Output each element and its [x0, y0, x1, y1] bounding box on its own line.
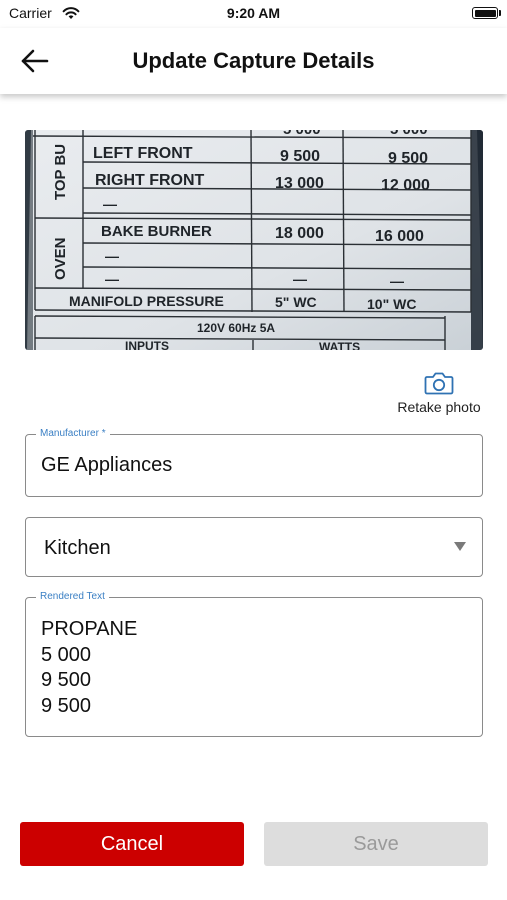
plate-row-label: RIGHT FRONT [95, 172, 205, 189]
room-select[interactable]: Kitchen [25, 517, 483, 577]
plate-row-value: — [390, 273, 404, 289]
status-time: 9:20 AM [226, 5, 281, 21]
plate-row-value: 16 000 [375, 228, 424, 245]
room-value: Kitchen [44, 537, 111, 559]
retake-photo-button[interactable]: Retake photo [392, 370, 486, 416]
rendered-text-line: 9 500 [41, 669, 92, 691]
plate-row-label: LEFT FRONT [93, 145, 193, 162]
rendered-text-label: Rendered Text [36, 590, 109, 604]
plate-col-watts: WATTS [319, 340, 360, 350]
cancel-button[interactable]: Cancel [20, 822, 244, 866]
plate-group-oven: OVEN [52, 237, 69, 280]
captured-photo: TOP BU OVEN 5 000 5 000 LEFT FRONT 9 500… [25, 130, 483, 350]
plate-manifold-value: 10" WC [367, 296, 416, 312]
plate-manifold-label: MANIFOLD PRESSURE [69, 293, 224, 309]
plate-row-label: — [103, 196, 117, 212]
plate-row-value: 9 500 [280, 148, 320, 165]
rendered-text-line: PROPANE [41, 618, 138, 640]
save-button[interactable]: Save [264, 822, 488, 866]
plate-group-top: TOP BU [52, 144, 69, 200]
plate-row-value: 9 500 [388, 150, 428, 167]
plate-row-label: — [105, 248, 119, 264]
plate-row-label: BAKE BURNER [101, 223, 212, 240]
plate-row-value: 12 000 [381, 177, 430, 194]
nav-bar: Update Capture Details [0, 28, 507, 94]
rendered-text-line: 5 000 [41, 643, 92, 666]
plate-manifold-value: 5" WC [275, 294, 317, 310]
retake-photo-label: Retake photo [397, 399, 481, 415]
plate-row-value: 18 000 [275, 225, 324, 242]
status-bar: Carrier 9:20 AM [0, 0, 507, 28]
page-title: Update Capture Details [132, 48, 375, 73]
manufacturer-label: Manufacturer * [36, 427, 110, 441]
camera-icon [424, 372, 454, 395]
rendered-text-field[interactable]: Rendered Text PROPANE 5 000 9 500 9 500 [25, 590, 483, 737]
manufacturer-field[interactable]: Manufacturer * GE Appliances [25, 427, 483, 497]
rendered-text-line: 9 500 [41, 694, 92, 717]
dropdown-caret-icon [454, 542, 466, 551]
plate-power: 120V 60Hz 5A [197, 321, 275, 335]
battery-nub [499, 10, 501, 16]
plate-row-label: — [105, 271, 119, 287]
battery-icon [472, 7, 498, 19]
manufacturer-value: GE Appliances [41, 454, 173, 476]
plate-row-value: — [293, 271, 307, 287]
plate-top-partial-2: 5 000 [390, 130, 428, 138]
plate-top-partial-1: 5 000 [283, 130, 321, 138]
plate-col-inputs: INPUTS [125, 339, 169, 350]
rendered-text-content: PROPANE 5 000 9 500 9 500 [41, 617, 137, 719]
plate-row-value: 13 000 [275, 175, 324, 192]
